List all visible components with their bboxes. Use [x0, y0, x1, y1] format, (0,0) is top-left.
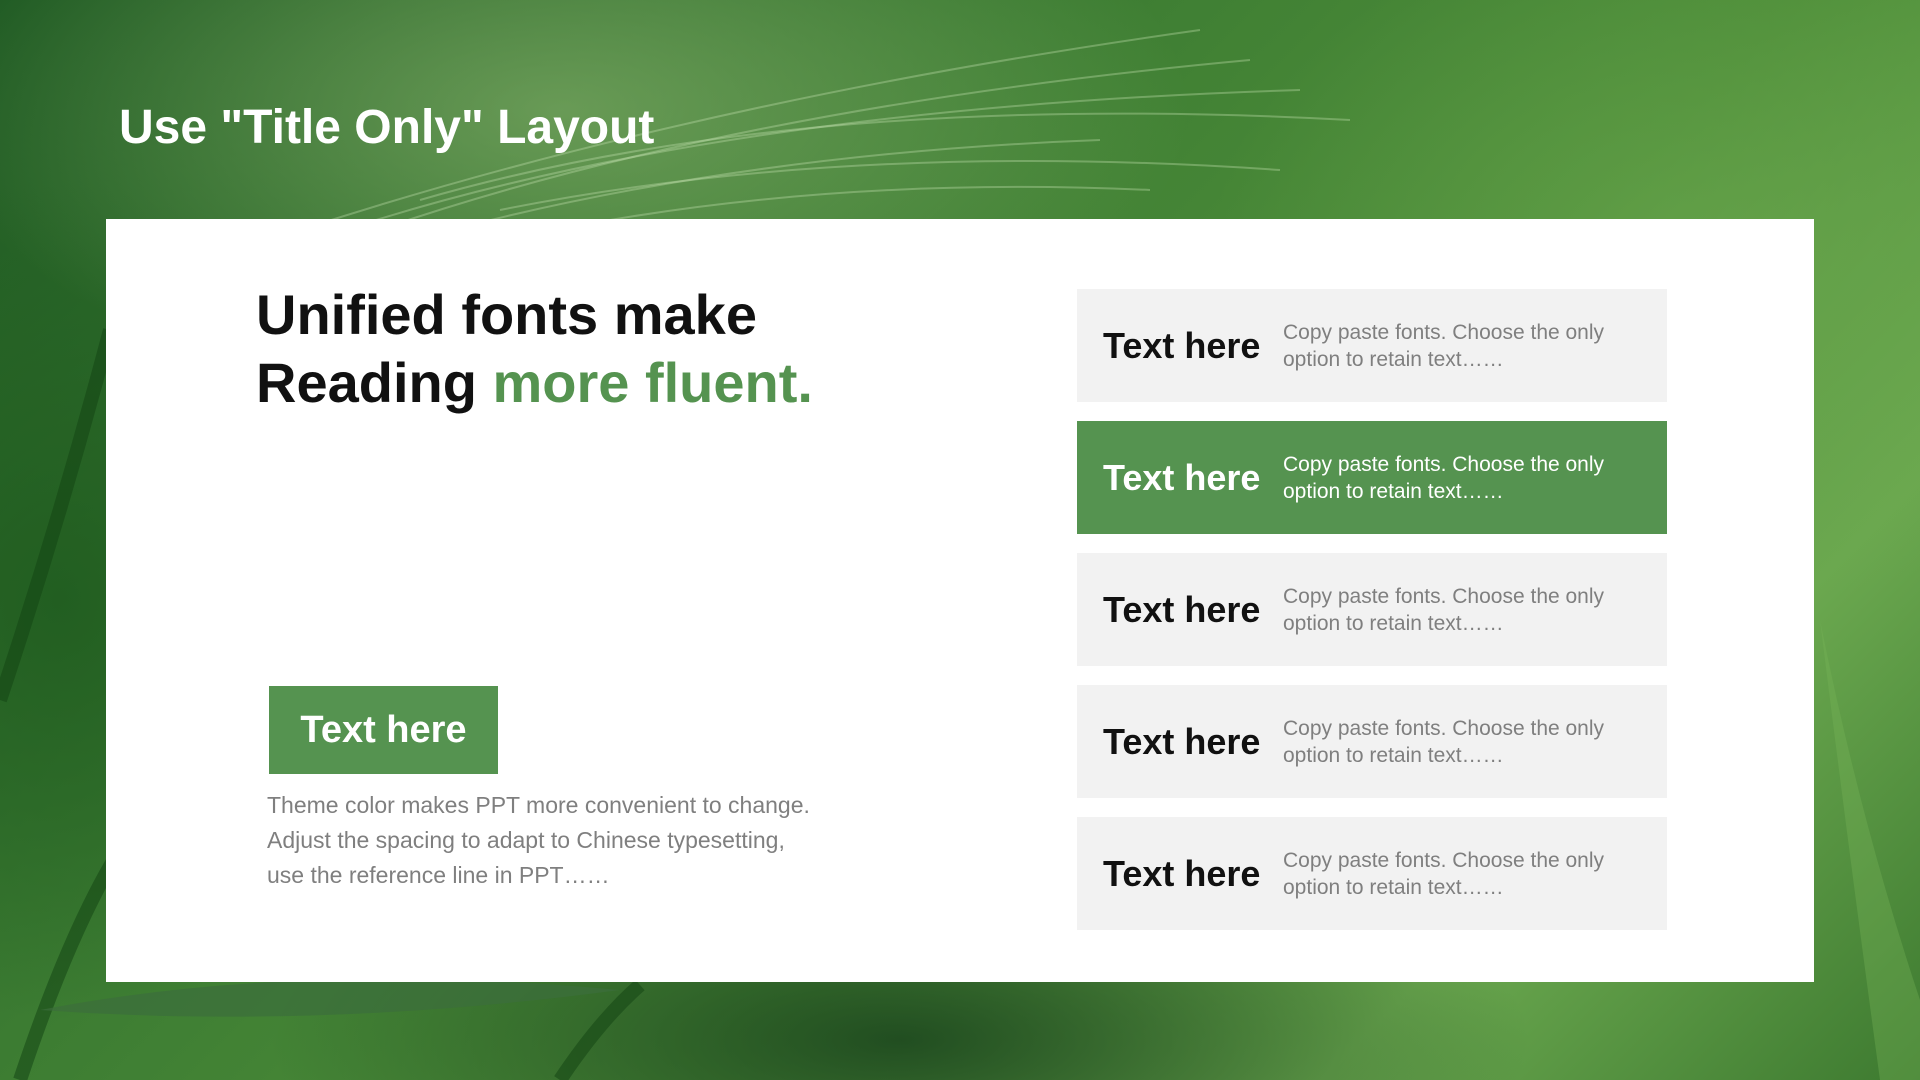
headline-accent: more fluent. — [492, 351, 813, 414]
description-paragraph-1: Theme color makes PPT more convenient to… — [267, 792, 810, 818]
list-item-title: Text here — [1103, 720, 1261, 762]
content-card: Unified fonts make Reading more fluent. … — [106, 219, 1814, 982]
list-item-text: Copy paste fonts. Choose the only option… — [1283, 716, 1605, 767]
list-item-1[interactable]: Text here Copy paste fonts. Choose the o… — [1077, 289, 1667, 402]
list-item-4[interactable]: Text here Copy paste fonts. Choose the o… — [1077, 685, 1667, 798]
headline-line-1: Unified fonts make — [256, 283, 757, 346]
list-item-2-highlighted[interactable]: Text here Copy paste fonts. Choose the o… — [1077, 421, 1667, 534]
list-item-title: Text here — [1103, 588, 1261, 630]
list-item-title: Text here — [1103, 852, 1261, 894]
list-item-title: Text here — [1103, 324, 1261, 366]
list-item-3[interactable]: Text here Copy paste fonts. Choose the o… — [1077, 553, 1667, 666]
list-item-text: Copy paste fonts. Choose the only option… — [1283, 584, 1605, 635]
slide-title: Use "Title Only" Layout — [119, 101, 655, 154]
list-item-text: Copy paste fonts. Choose the only option… — [1283, 848, 1605, 899]
list-item-text: Copy paste fonts. Choose the only option… — [1283, 452, 1605, 503]
list-item-title: Text here — [1103, 456, 1261, 498]
headline-line-2-prefix: Reading — [256, 351, 493, 414]
text-here-button[interactable]: Text here — [269, 686, 498, 774]
list-item-text: Copy paste fonts. Choose the only option… — [1283, 320, 1605, 371]
headline: Unified fonts make Reading more fluent. — [256, 281, 813, 417]
description-paragraph-2: Adjust the spacing to adapt to Chinese t… — [267, 827, 785, 888]
list-item-5[interactable]: Text here Copy paste fonts. Choose the o… — [1077, 817, 1667, 930]
description-block: Theme color makes PPT more convenient to… — [267, 788, 827, 893]
headline-line-2: Reading more fluent. — [256, 349, 813, 417]
